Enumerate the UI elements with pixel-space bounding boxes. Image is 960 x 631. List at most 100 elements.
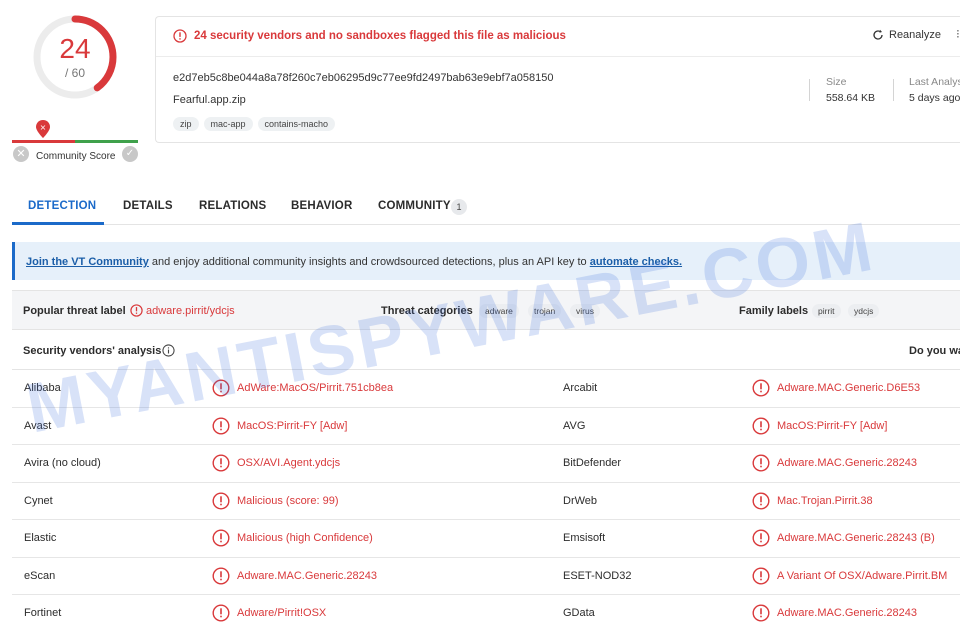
detection-result: Adware.MAC.Generic.28243 [237, 569, 378, 582]
vendors-header: Security vendors' analysis Do you wa [12, 336, 960, 370]
alert-circle-icon [212, 529, 230, 547]
size-label: Size [826, 76, 847, 88]
alert-circle-icon [752, 566, 770, 585]
community-banner: Join the VT Community and enjoy addition… [12, 242, 960, 280]
reanalyze-button[interactable]: Reanalyze [872, 29, 941, 41]
detection-result: Adware.MAC.Generic.D6E53 [777, 382, 921, 394]
banner-text: Join the VT Community and enjoy addition… [26, 256, 682, 268]
file-name: Fearful.app.zip [173, 94, 246, 106]
alert-circle-icon [752, 416, 770, 435]
family-label-chip[interactable]: pirrit [812, 304, 841, 318]
tab-relations[interactable]: RELATIONS [199, 200, 266, 212]
reanalyze-label: Reanalyze [889, 29, 941, 41]
vendor-results-table: Alibaba AdWare:MacOS/Pirrit.751cb8ea Arcab… [12, 370, 960, 631]
popular-threat-value[interactable]: adware.pirrit/ydcjs [146, 305, 235, 317]
alert-circle-icon [212, 379, 230, 397]
vote-harmless-icon[interactable]: ✓ [122, 146, 138, 162]
alert-circle-icon [752, 604, 770, 622]
table-row: Avira (no cloud) OSX/AVI.Agent.ydcjs BitDe… [12, 445, 960, 483]
main-tabs: DETECTION DETAILS RELATIONS BEHAVIOR COM… [12, 192, 960, 225]
table-row: Cynet Malicious (score: 99) DrWeb Mac.Troja… [12, 483, 960, 520]
detection-result: OSX/AVI.Agent.ydcjs [237, 457, 341, 469]
table-row: eScan Adware.MAC.Generic.28243 ESET-NOD32 A… [12, 558, 960, 595]
table-row: Fortinet Adware/Pirrit!OSX GData Adware.MAC… [12, 595, 960, 631]
popular-threat-label: Popular threat label [23, 305, 126, 317]
table-row: Alibaba AdWare:MacOS/Pirrit.751cb8ea Arcab… [12, 370, 960, 408]
alert-circle-icon [212, 491, 230, 510]
flag-summary: 24 security vendors and no sandboxes fla… [156, 17, 960, 57]
vendor-name: eScan [24, 569, 56, 582]
vendor-name: AVG [563, 419, 586, 432]
last-analysis-label: Last Analys [909, 76, 960, 88]
refresh-icon [873, 29, 883, 40]
detection-score-widget: 24 / 60 × ✕ Community Score ✓ [0, 0, 150, 170]
active-tab-indicator [12, 222, 104, 225]
alert-circle-icon [212, 454, 230, 472]
detection-result: MacOS:Pirrit-FY [Adw] [777, 419, 888, 432]
vendor-name: Cynet [24, 494, 53, 507]
alert-circle-icon [752, 379, 770, 397]
vendor-name: Alibaba [24, 382, 61, 394]
tab-community[interactable]: COMMUNITY [378, 200, 451, 212]
vendor-name: Avast [24, 419, 52, 432]
vendor-name: BitDefender [563, 457, 622, 469]
community-count-badge: 1 [451, 199, 467, 215]
info-icon[interactable] [162, 344, 175, 357]
file-hash: e2d7eb5c8be044a8a78f260c7eb06295d9c77ee9… [173, 72, 554, 84]
tab-detection[interactable]: DETECTION [28, 200, 96, 212]
detection-result: Malicious (score: 99) [237, 494, 339, 507]
file-info-card: 24 security vendors and no sandboxes fla… [155, 16, 960, 143]
svg-text:×: × [40, 123, 47, 132]
community-score-label: Community Score [36, 151, 116, 162]
detection-result: Adware.MAC.Generic.28243 (B) [777, 532, 935, 544]
vendors-prompt: Do you wa [909, 345, 960, 357]
vendor-name: Emsisoft [563, 532, 606, 544]
file-tags: zip mac-app contains-macho [173, 117, 336, 131]
alert-circle-icon [173, 29, 187, 43]
divider [809, 79, 810, 101]
detection-result: Adware.MAC.Generic.28243 [777, 457, 918, 469]
detection-result: Adware/Pirrit!OSX [237, 607, 327, 619]
vote-harmful-icon[interactable]: ✕ [13, 146, 29, 162]
file-tag[interactable]: contains-macho [257, 117, 336, 131]
family-label-chip[interactable]: ydcjs [848, 304, 880, 318]
file-tag[interactable]: mac-app [203, 117, 253, 131]
banner-middle-text: and enjoy additional community insights … [148, 256, 590, 268]
detection-result: AdWare:MacOS/Pirrit.751cb8ea [237, 382, 394, 394]
table-row: Elastic Malicious (high Confidence) Emsiso… [12, 520, 960, 558]
vendor-name: Elastic [24, 532, 57, 544]
alert-circle-icon [752, 491, 770, 510]
vendor-name: GData [563, 607, 595, 619]
join-community-link[interactable]: Join the VT Community [26, 256, 149, 268]
vendors-title: Security vendors' analysis [23, 345, 162, 357]
file-tag[interactable]: zip [173, 117, 199, 131]
table-row: Avast MacOS:Pirrit-FY [Adw] AVG MacOS:Pirri… [12, 408, 960, 445]
tab-details[interactable]: DETAILS [123, 200, 173, 212]
community-score-bar [12, 140, 138, 143]
more-options-icon[interactable]: ⁝ [956, 27, 960, 41]
alert-circle-icon [212, 416, 230, 435]
detection-result: A Variant Of OSX/Adware.Pirrit.BM [777, 569, 948, 582]
vendor-name: DrWeb [563, 494, 598, 507]
divider [893, 79, 894, 101]
detection-total: / 60 [64, 66, 85, 80]
threat-labels-row: Popular threat label adware.pirrit/ydcjs… [12, 290, 960, 330]
last-analysis-value: 5 days ago [909, 92, 960, 104]
alert-circle-icon [130, 304, 143, 317]
vendor-name: Fortinet [24, 607, 62, 619]
detection-result: Malicious (high Confidence) [237, 532, 373, 544]
automate-checks-link[interactable]: automate checks. [590, 256, 682, 268]
threat-category-chip[interactable]: trojan [528, 304, 562, 318]
threat-categories-label: Threat categories [381, 305, 473, 317]
vendor-name: ESET-NOD32 [563, 569, 632, 582]
threat-category-chip[interactable]: adware [479, 304, 519, 318]
map-pin-icon: × [36, 120, 50, 138]
tab-behavior[interactable]: BEHAVIOR [291, 200, 352, 212]
detection-result: Adware.MAC.Generic.28243 [777, 607, 918, 619]
detection-result: Mac.Trojan.Pirrit.38 [777, 494, 873, 507]
flag-summary-text: 24 security vendors and no sandboxes fla… [194, 30, 566, 42]
threat-category-chip[interactable]: virus [570, 304, 600, 318]
detection-count: 24 [59, 33, 91, 64]
alert-circle-icon [212, 604, 230, 622]
detection-result: MacOS:Pirrit-FY [Adw] [237, 419, 348, 432]
